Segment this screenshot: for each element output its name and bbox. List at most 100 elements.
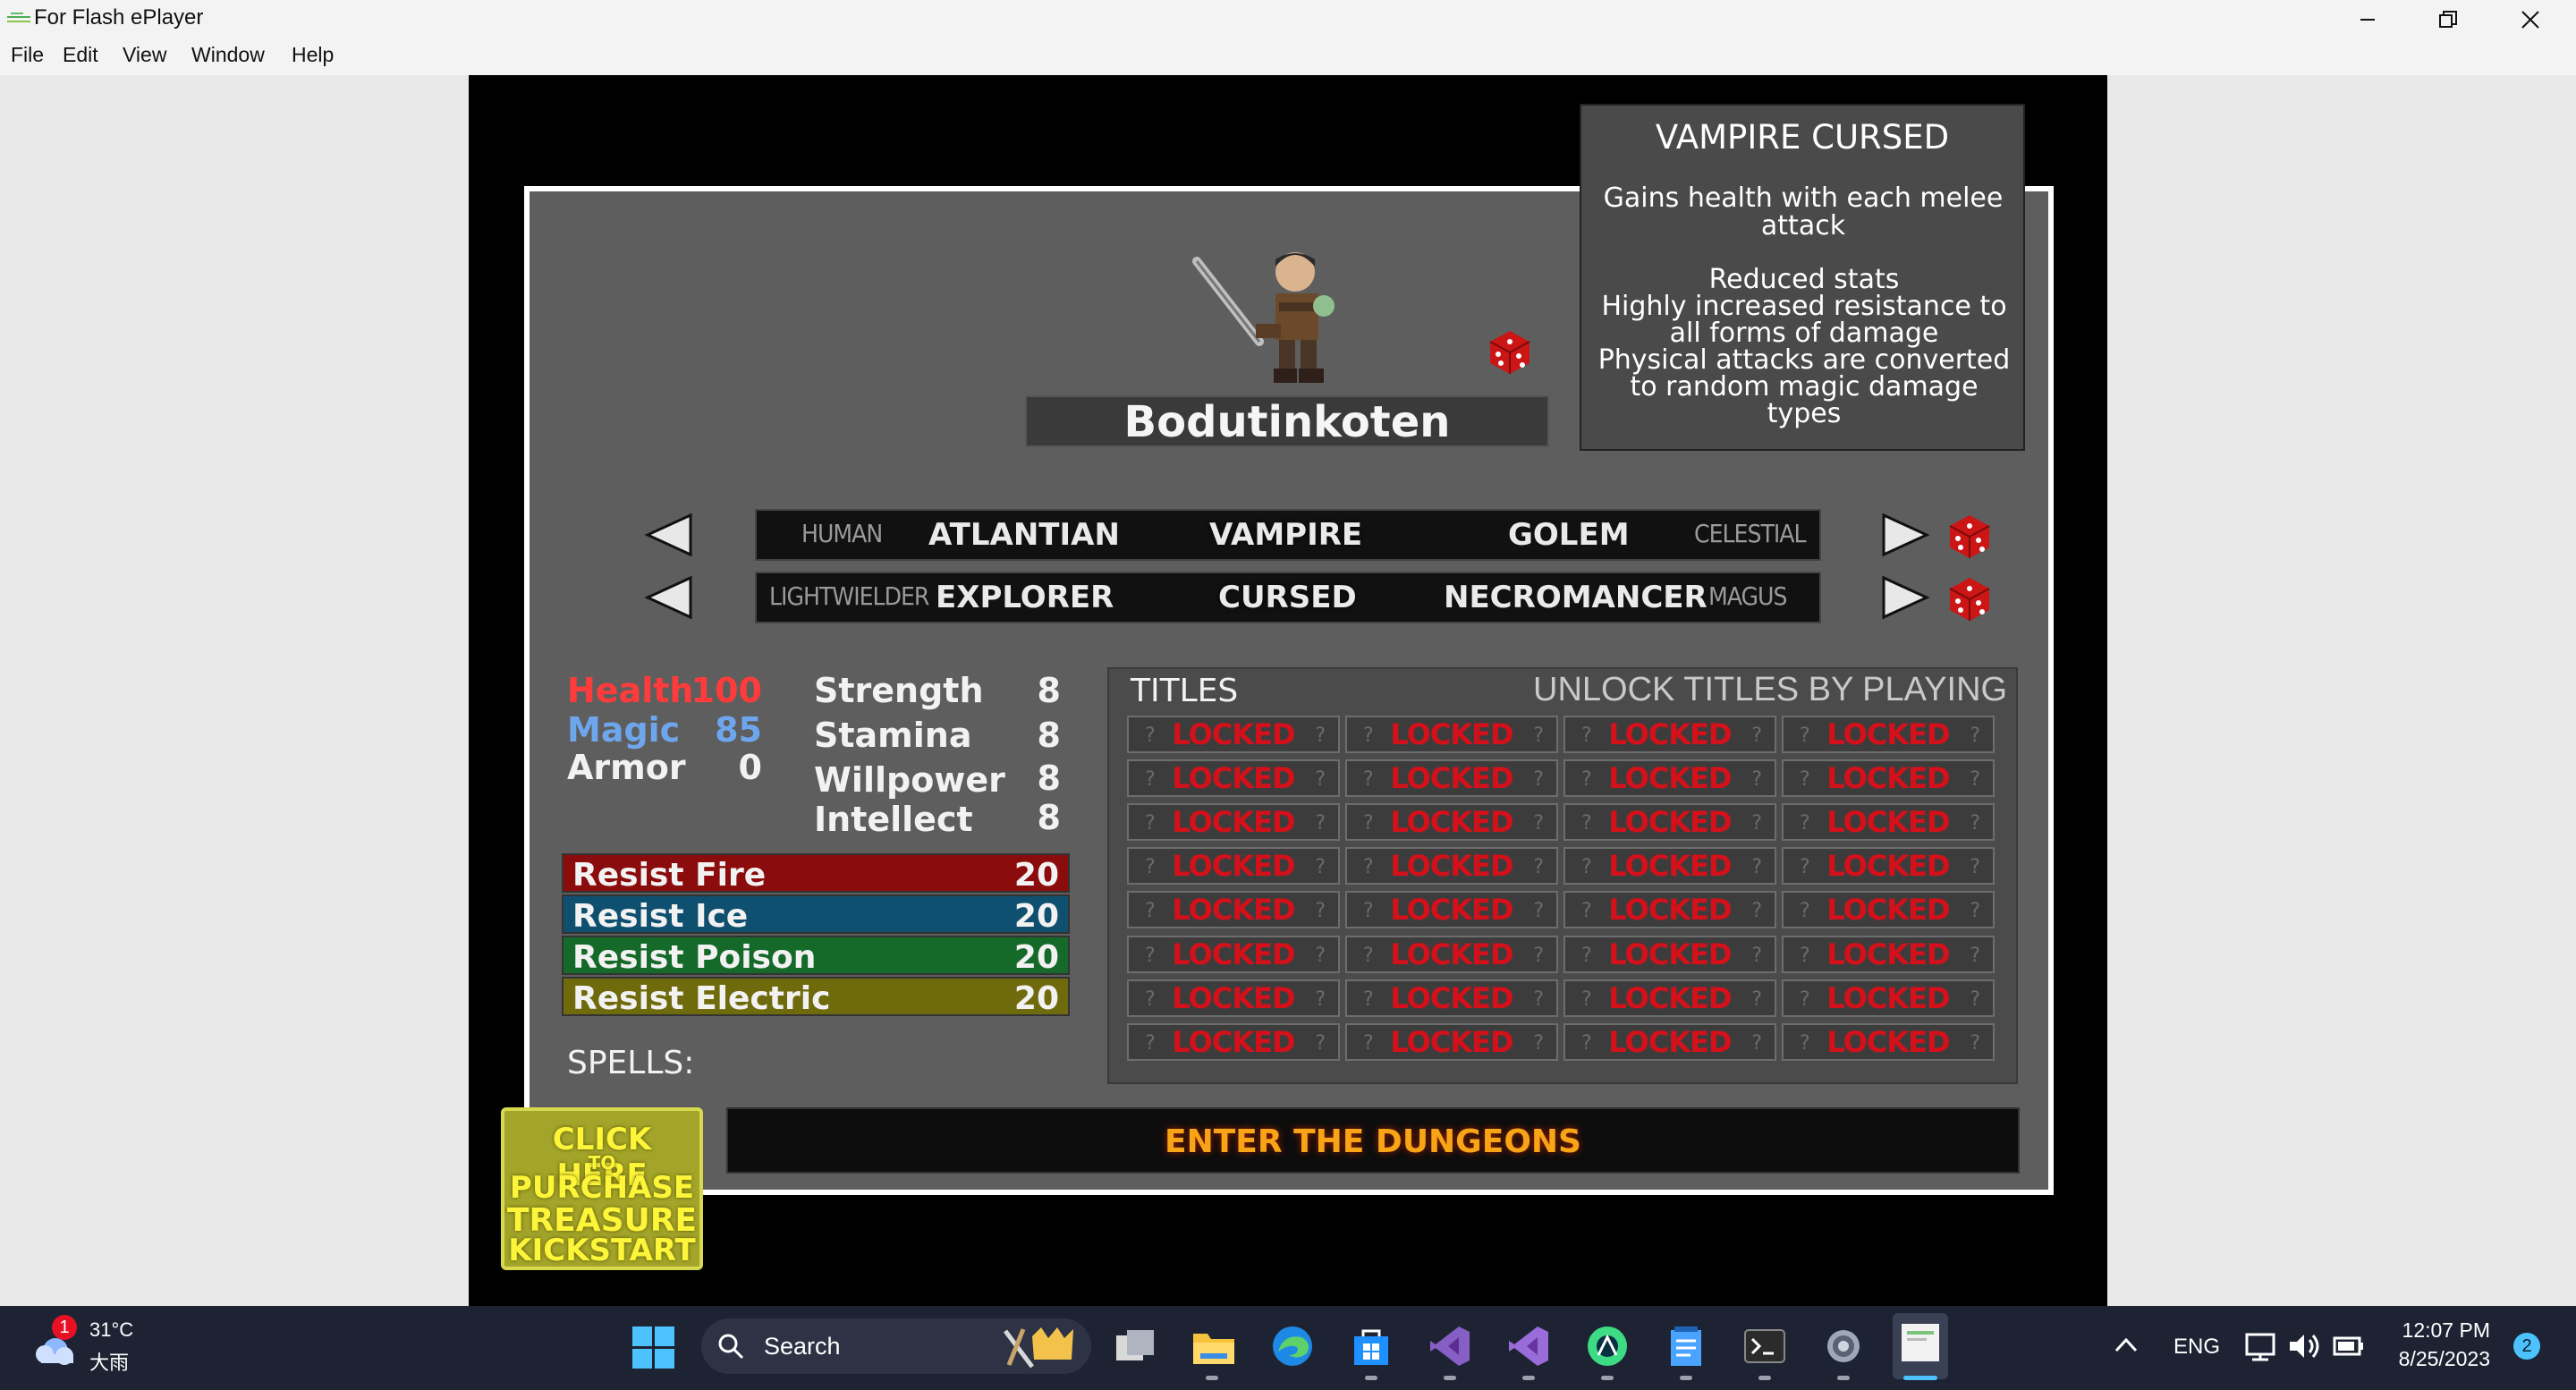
task-view-icon[interactable]	[1111, 1322, 1159, 1370]
class-option-left[interactable]: EXPLORER	[936, 580, 1114, 615]
willpower-label: Willpower	[814, 760, 1005, 800]
network-icon[interactable]	[2245, 1331, 2279, 1365]
enter-dungeons-button[interactable]: ENTER THE DUNGEONS	[726, 1107, 2020, 1174]
visual-studio-icon[interactable]	[1426, 1322, 1474, 1370]
tooltip-details: Reduced stats Highly increased resistanc…	[1587, 267, 2021, 428]
question-mark: ?	[1751, 900, 1762, 923]
locked-title-slot[interactable]: ? LOCKED?	[1563, 935, 1776, 973]
weather-temperature[interactable]: 31°C	[89, 1318, 133, 1342]
locked-title-label: LOCKED	[1826, 805, 1950, 840]
locked-title-slot[interactable]: ? LOCKED?	[1782, 891, 1995, 929]
locked-title-slot[interactable]: ? LOCKED?	[1345, 847, 1558, 886]
locked-title-slot[interactable]: ? LOCKED?	[1782, 979, 1995, 1017]
terminal-icon[interactable]	[1741, 1322, 1789, 1370]
locked-title-slot[interactable]: ? LOCKED?	[1563, 1022, 1776, 1061]
weather-description[interactable]: 大雨	[89, 1347, 129, 1376]
menu-file[interactable]: File	[11, 43, 44, 67]
locked-title-slot[interactable]: ? LOCKED?	[1127, 935, 1340, 973]
notepad-icon[interactable]	[1662, 1322, 1710, 1370]
locked-title-slot[interactable]: ? LOCKED?	[1127, 716, 1340, 753]
locked-title-slot[interactable]: ? LOCKED?	[1563, 979, 1776, 1017]
flash-player-active-tile[interactable]	[1893, 1313, 1948, 1379]
randomize-race-dice-icon[interactable]	[1945, 512, 1993, 564]
spells-label: SPELLS:	[567, 1045, 695, 1081]
locked-title-slot[interactable]: ? LOCKED?	[1127, 759, 1340, 798]
race-option-selected[interactable]: VAMPIRE	[1209, 517, 1362, 553]
randomize-appearance-dice-icon[interactable]	[1485, 327, 1533, 379]
close-button[interactable]	[2490, 0, 2571, 39]
race-prev-arrow-icon[interactable]	[644, 512, 694, 562]
file-explorer-icon[interactable]	[1190, 1322, 1238, 1370]
battery-icon[interactable]	[2331, 1331, 2367, 1365]
clock-time[interactable]: 12:07 PM	[2401, 1318, 2490, 1343]
locked-title-slot[interactable]: ? LOCKED?	[1563, 803, 1776, 842]
locked-title-label: LOCKED	[1826, 1024, 1950, 1059]
locked-title-label: LOCKED	[1172, 980, 1295, 1015]
locked-title-slot[interactable]: ? LOCKED?	[1345, 1022, 1558, 1061]
minimize-button[interactable]	[2327, 0, 2408, 39]
locked-title-slot[interactable]: ? LOCKED?	[1563, 759, 1776, 798]
store-icon[interactable]	[1347, 1322, 1395, 1370]
race-next-arrow-icon[interactable]	[1880, 512, 1930, 562]
locked-title-slot[interactable]: ? LOCKED?	[1345, 935, 1558, 973]
locked-title-slot[interactable]: ? LOCKED?	[1782, 1022, 1995, 1061]
locked-title-slot[interactable]: ? LOCKED?	[1127, 979, 1340, 1017]
locked-title-slot[interactable]: ? LOCKED?	[1345, 716, 1558, 753]
race-option-far-left[interactable]: HUMAN	[801, 519, 883, 548]
locked-title-slot[interactable]: ? LOCKED?	[1127, 847, 1340, 886]
menu-view[interactable]: View	[123, 43, 166, 67]
locked-title-slot[interactable]: ? LOCKED?	[1782, 847, 1995, 886]
notification-badge[interactable]: 2	[2513, 1333, 2540, 1360]
store-running-indicator	[1365, 1376, 1377, 1380]
visual-studio-preview-icon[interactable]	[1504, 1322, 1553, 1370]
class-option-far-left[interactable]: LIGHTWIELDER	[769, 581, 929, 611]
race-option-far-right[interactable]: CELESTIAL	[1694, 519, 1807, 548]
locked-title-slot[interactable]: ? LOCKED?	[1345, 759, 1558, 798]
question-mark: ?	[1315, 725, 1326, 747]
randomize-class-dice-icon[interactable]	[1945, 574, 1993, 626]
class-next-arrow-icon[interactable]	[1880, 574, 1930, 624]
locked-title-slot[interactable]: ? LOCKED?	[1563, 716, 1776, 753]
locked-title-slot[interactable]: ? LOCKED?	[1345, 979, 1558, 1017]
intellect-label: Intellect	[814, 800, 973, 839]
locked-title-slot[interactable]: ? LOCKED?	[1345, 803, 1558, 842]
class-option-right[interactable]: NECROMANCER	[1444, 580, 1707, 615]
locked-title-slot[interactable]: ? LOCKED?	[1782, 803, 1995, 842]
locked-title-slot[interactable]: ? LOCKED?	[1782, 716, 1995, 753]
locked-title-slot[interactable]: ? LOCKED?	[1563, 891, 1776, 929]
stamina-value: 8	[1037, 716, 1061, 755]
locked-title-slot[interactable]: ? LOCKED?	[1127, 803, 1340, 842]
locked-title-slot[interactable]: ? LOCKED?	[1782, 935, 1995, 973]
show-hidden-icons-chevron-icon[interactable]	[2113, 1335, 2140, 1358]
class-prev-arrow-icon[interactable]	[644, 574, 694, 624]
character-name[interactable]: Bodutinkoten	[1025, 397, 1549, 447]
locked-title-slot[interactable]: ? LOCKED?	[1345, 891, 1558, 929]
question-mark: ?	[1581, 812, 1592, 835]
settings-icon[interactable]	[1819, 1322, 1868, 1370]
resist-poison-bar: Resist Poison 20	[562, 936, 1070, 976]
locked-title-slot[interactable]: ? LOCKED?	[1127, 891, 1340, 929]
android-studio-icon[interactable]	[1583, 1322, 1631, 1370]
class-option-selected[interactable]: CURSED	[1218, 580, 1357, 615]
menu-edit[interactable]: Edit	[63, 43, 98, 67]
locked-title-slot[interactable]: ? LOCKED?	[1782, 759, 1995, 798]
taskbar-search-box[interactable]: Search	[701, 1318, 1091, 1374]
locked-title-label: LOCKED	[1608, 937, 1732, 971]
question-mark: ?	[1145, 812, 1156, 835]
race-option-right[interactable]: GOLEM	[1508, 517, 1630, 553]
volume-icon[interactable]	[2288, 1331, 2324, 1365]
menu-help[interactable]: Help	[292, 43, 334, 67]
edge-icon[interactable]	[1268, 1322, 1317, 1370]
restore-button[interactable]	[2408, 0, 2488, 39]
question-mark: ?	[1145, 944, 1156, 967]
class-option-far-right[interactable]: MAGUS	[1708, 581, 1787, 611]
start-button[interactable]	[631, 1326, 676, 1374]
clock-date[interactable]: 8/25/2023	[2383, 1347, 2490, 1371]
menu-window[interactable]: Window	[191, 43, 265, 67]
race-option-left[interactable]: ATLANTIAN	[928, 517, 1120, 553]
input-language[interactable]: ENG	[2174, 1335, 2220, 1360]
purchase-kickstart-button[interactable]: CLICK HERE TO PURCHASE TREASURE KICKSTAR…	[501, 1107, 703, 1270]
locked-title-slot[interactable]: ? LOCKED?	[1563, 847, 1776, 886]
question-mark: ?	[1800, 856, 1810, 879]
locked-title-slot[interactable]: ? LOCKED?	[1127, 1022, 1340, 1061]
